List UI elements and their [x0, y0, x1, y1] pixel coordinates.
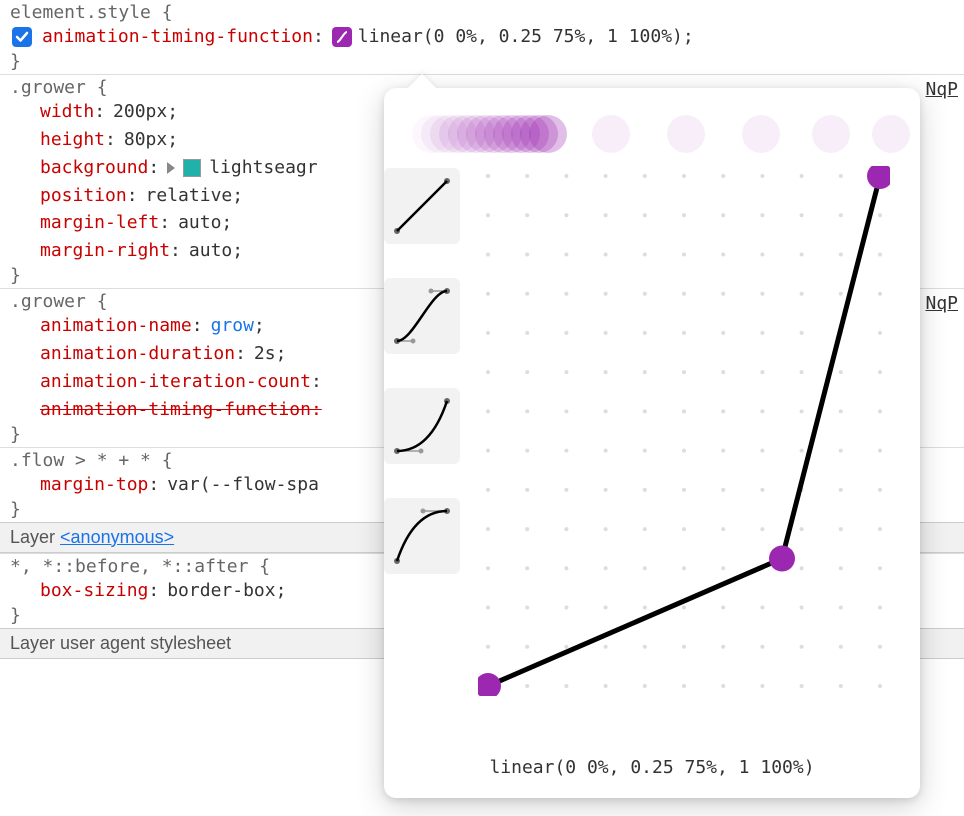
- easing-swatch-icon[interactable]: [332, 27, 352, 47]
- expand-icon[interactable]: [167, 162, 175, 174]
- selector[interactable]: .flow > * + *: [10, 450, 151, 471]
- curve-handle[interactable]: [478, 673, 501, 696]
- curve-handle[interactable]: [867, 166, 890, 189]
- timing-preview: [412, 114, 892, 154]
- selector[interactable]: *, *::before, *::after: [10, 556, 248, 577]
- declaration[interactable]: animation-timing-function: linear(0 0%, …: [10, 23, 958, 51]
- easing-editor-popover: linear(0 0%, 0.25 75%, 1 100%): [384, 88, 920, 798]
- preset-ease-in-out[interactable]: [384, 278, 460, 354]
- selector[interactable]: .grower: [10, 77, 86, 98]
- curve-svg[interactable]: [478, 166, 890, 696]
- toggle-checkbox[interactable]: [12, 27, 32, 47]
- color-swatch-icon[interactable]: [183, 159, 201, 177]
- property-value[interactable]: linear(0 0%, 0.25 75%, 1 100%): [358, 23, 683, 51]
- rule-block-element-style[interactable]: element.style { animation-timing-functio…: [0, 0, 964, 75]
- source-link[interactable]: NqP: [925, 79, 958, 100]
- preset-linear[interactable]: [384, 168, 460, 244]
- layer-link[interactable]: <anonymous>: [60, 527, 174, 547]
- preset-ease-out[interactable]: [384, 498, 460, 574]
- curve-handle[interactable]: [769, 546, 795, 572]
- preset-list: [384, 168, 474, 574]
- selector[interactable]: element.style: [10, 2, 151, 23]
- preset-ease-in[interactable]: [384, 388, 460, 464]
- source-link[interactable]: NqP: [925, 293, 958, 314]
- property-name[interactable]: animation-timing-function: [42, 23, 313, 51]
- easing-value-text: linear(0 0%, 0.25 75%, 1 100%): [384, 757, 920, 778]
- curve-editor[interactable]: [478, 166, 890, 696]
- selector[interactable]: .grower: [10, 291, 86, 312]
